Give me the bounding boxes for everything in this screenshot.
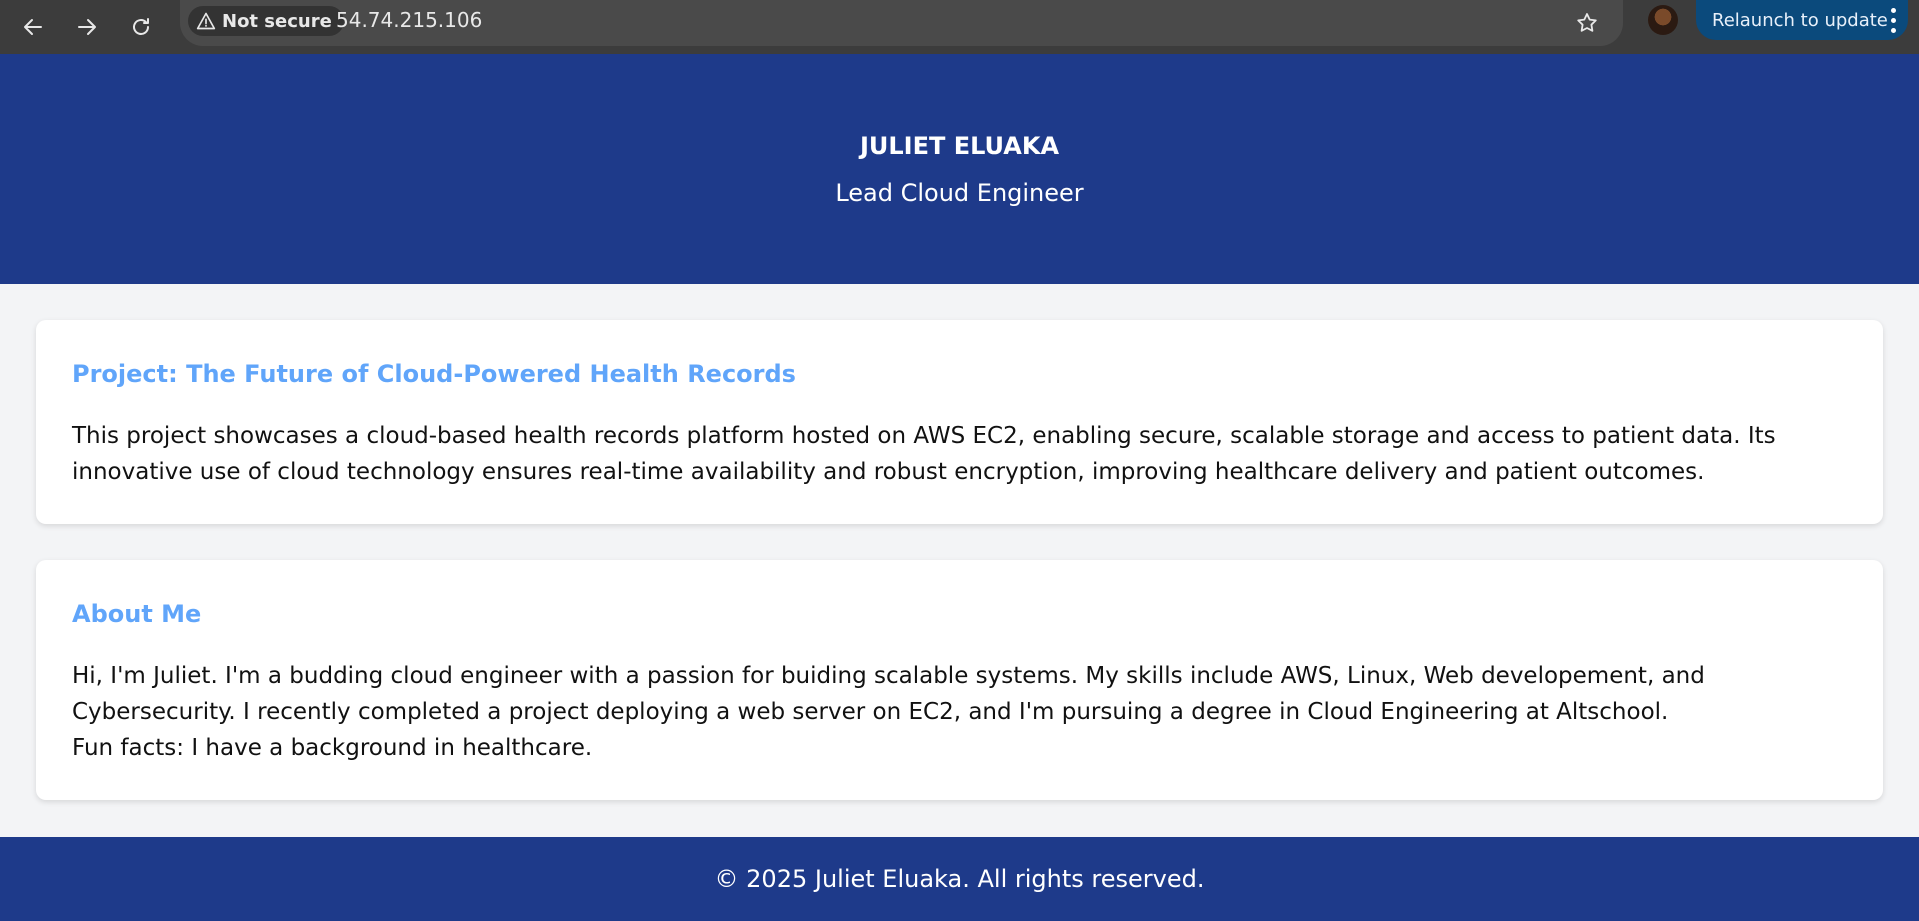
site-owner-role: Lead Cloud Engineer: [835, 179, 1084, 207]
relaunch-button[interactable]: Relaunch to update: [1696, 0, 1908, 40]
project-title: Project: The Future of Cloud-Powered Hea…: [72, 360, 796, 388]
about-description: Hi, I'm Juliet. I'm a budding cloud engi…: [72, 658, 1847, 766]
site-header: JULIET ELUAKA Lead Cloud Engineer: [0, 54, 1919, 284]
warning-icon: [196, 12, 216, 30]
reload-button[interactable]: [120, 6, 162, 48]
about-card: About Me Hi, I'm Juliet. I'm a budding c…: [36, 560, 1883, 800]
about-title: About Me: [72, 600, 202, 628]
about-body: Hi, I'm Juliet. I'm a budding cloud engi…: [72, 663, 1705, 725]
browser-toolbar: Not secure 54.74.215.106 Relaunch to upd…: [0, 0, 1919, 54]
back-arrow-icon: [24, 19, 42, 35]
security-chip[interactable]: Not secure: [188, 6, 344, 36]
security-label: Not secure: [222, 10, 332, 32]
more-menu-icon[interactable]: [1890, 8, 1896, 33]
forward-arrow-icon: [78, 19, 96, 35]
address-bar[interactable]: Not secure 54.74.215.106: [180, 0, 1623, 46]
url-text[interactable]: 54.74.215.106: [336, 8, 482, 32]
reload-icon: [133, 18, 149, 35]
about-fun-facts: Fun facts: I have a background in health…: [72, 735, 593, 761]
back-button[interactable]: [12, 6, 54, 48]
star-icon: [1577, 13, 1597, 32]
project-description: This project showcases a cloud-based hea…: [72, 423, 1776, 485]
site-footer: © 2025 Juliet Eluaka. All rights reserve…: [0, 837, 1919, 921]
site-owner-name: JULIET ELUAKA: [859, 132, 1060, 160]
project-card: Project: The Future of Cloud-Powered Hea…: [36, 320, 1883, 524]
bookmark-star-button[interactable]: [1570, 6, 1604, 40]
forward-button[interactable]: [66, 6, 108, 48]
relaunch-label: Relaunch to update: [1712, 9, 1888, 31]
profile-avatar[interactable]: [1648, 5, 1678, 35]
copyright-text: © 2025 Juliet Eluaka. All rights reserve…: [714, 865, 1205, 893]
